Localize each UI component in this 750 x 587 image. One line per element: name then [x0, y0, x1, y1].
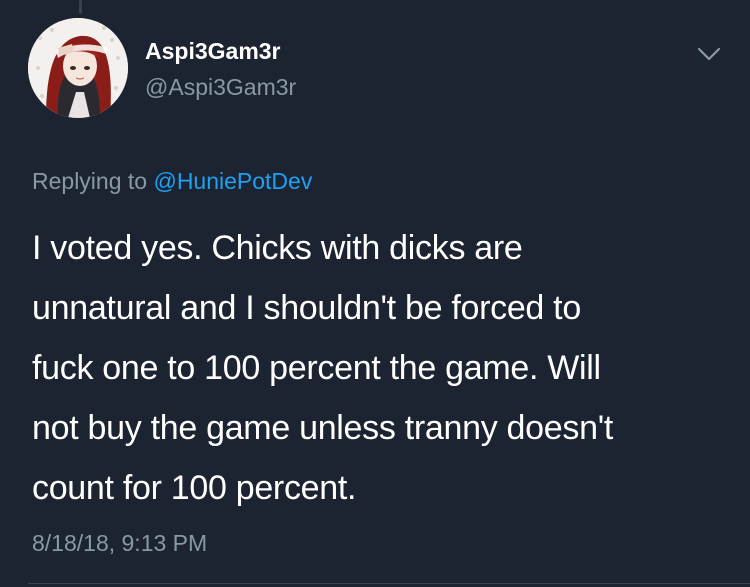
tweet-text-line: I voted yes. Chicks with dicks are	[32, 229, 523, 267]
avatar[interactable]	[28, 18, 128, 118]
thread-connector-line	[79, 0, 82, 14]
tweet-card: Aspi3Gam3r @Aspi3Gam3r Replying to @Huni…	[0, 0, 750, 587]
user-handle[interactable]: @Aspi3Gam3r	[145, 74, 296, 101]
tweet-text-line: fuck one to 100 percent the game. Will	[32, 349, 601, 387]
reply-mention-link[interactable]: @HuniePotDev	[153, 168, 312, 194]
tweet-text-line: count for 100 percent.	[32, 469, 357, 507]
tweet-timestamp[interactable]: 8/18/18, 9:13 PM	[32, 530, 207, 557]
tweet-text: I voted yes. Chicks with dicks are unnat…	[32, 218, 732, 518]
chevron-down-icon[interactable]	[696, 44, 722, 64]
replying-to-label: Replying to	[32, 168, 148, 194]
display-name[interactable]: Aspi3Gam3r	[145, 38, 281, 65]
tweet-text-line: unnatural and I shouldn't be forced to	[32, 289, 581, 327]
tweet-text-line: not buy the game unless tranny doesn't	[32, 409, 614, 447]
avatar-image-icon	[28, 18, 128, 118]
divider	[28, 583, 750, 584]
replying-to: Replying to @HuniePotDev	[32, 168, 312, 195]
